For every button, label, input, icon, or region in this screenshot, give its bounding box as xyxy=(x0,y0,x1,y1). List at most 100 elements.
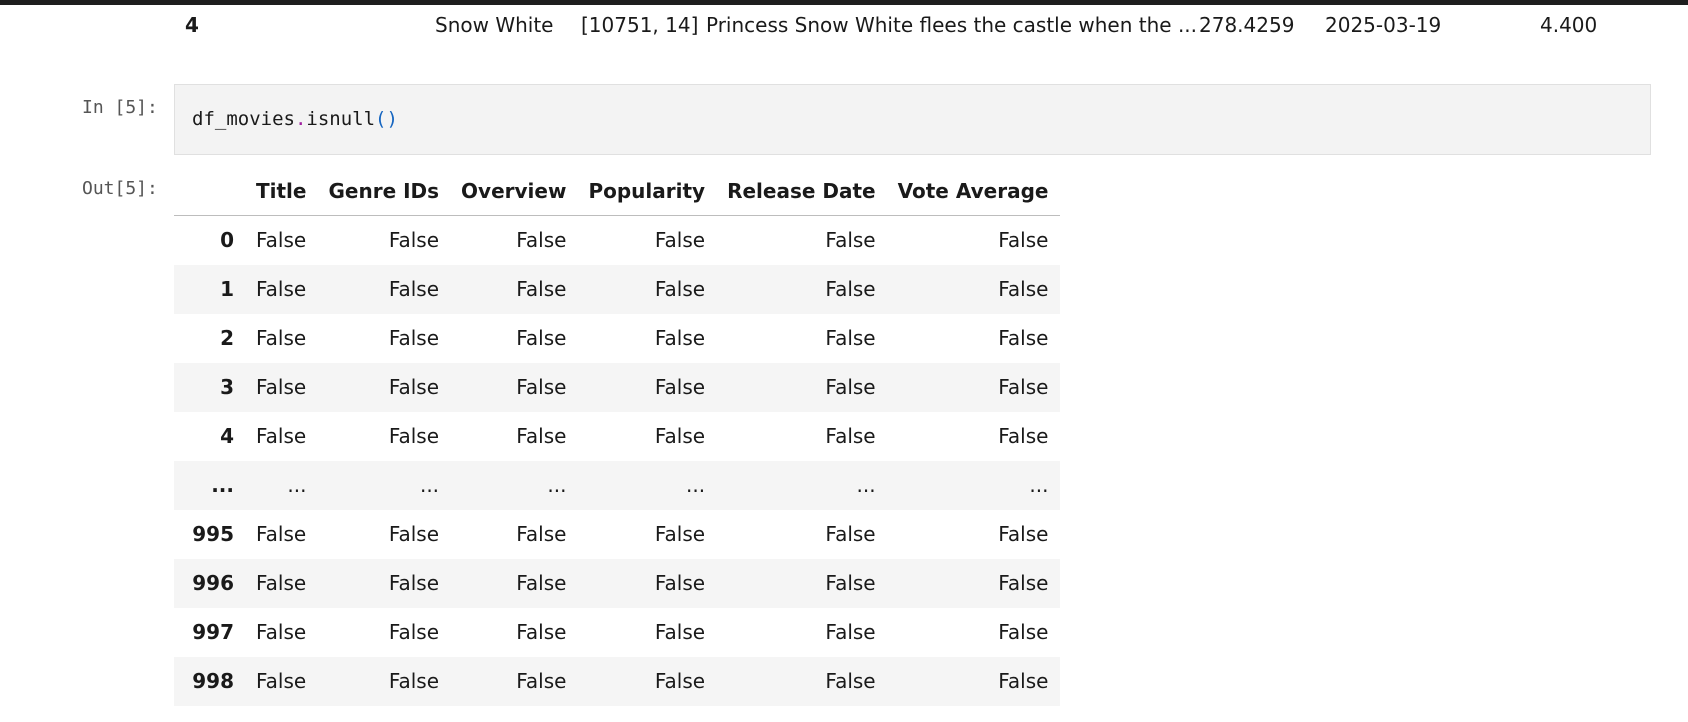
table-cell: False xyxy=(388,277,440,301)
table-cell: ... xyxy=(1029,473,1049,497)
table-row: 1 False False False False False False xyxy=(174,264,1061,314)
table-cell: False xyxy=(998,375,1049,399)
cell-release-date: 2025-03-19 xyxy=(1325,13,1442,37)
code-dot: . xyxy=(294,108,307,130)
table-cell: False xyxy=(998,424,1049,448)
table-row: 996 False False False False False False xyxy=(174,558,1061,608)
table-cell: False xyxy=(998,326,1049,350)
table-cell: False xyxy=(654,228,706,253)
code-line[interactable]: df_movies.isnull() xyxy=(192,108,398,130)
table-cell: False xyxy=(256,375,307,399)
dataframe-table: Title Genre IDs Overview Popularity Rele… xyxy=(174,167,1061,706)
table-cell: False xyxy=(388,424,440,448)
table-cell: False xyxy=(256,522,307,546)
table-cell: False xyxy=(998,669,1049,693)
row-index: 4 xyxy=(185,13,199,37)
table-row: 997 False False False False False False xyxy=(174,608,1060,657)
table-cell: False xyxy=(654,375,706,399)
output-prompt: Out[5]: xyxy=(82,178,158,199)
row-index: 3 xyxy=(220,375,234,399)
table-cell: False xyxy=(256,424,307,448)
table-cell: False xyxy=(388,522,440,546)
code-cell[interactable]: df_movies.isnull() xyxy=(174,84,1651,155)
row-index: 4 xyxy=(220,424,234,448)
table-cell: False xyxy=(998,620,1049,644)
index-header xyxy=(174,167,246,216)
table-cell: False xyxy=(654,424,706,448)
table-cell: False xyxy=(825,228,876,253)
table-cell: False xyxy=(388,228,440,253)
table-cell: False xyxy=(388,620,440,644)
table-row: 2 False False False False False False xyxy=(174,314,1060,363)
table-cell: False xyxy=(256,669,307,693)
row-index: 997 xyxy=(192,620,234,644)
table-cell: False xyxy=(516,522,567,546)
header-row: Title Genre IDs Overview Popularity Rele… xyxy=(174,167,1061,216)
table-cell: False xyxy=(825,375,876,399)
table-cell: False xyxy=(998,571,1049,595)
table-cell: ... xyxy=(686,473,706,497)
table-cell: False xyxy=(825,424,876,448)
table-cell: False xyxy=(998,277,1049,301)
code-object: df_movies xyxy=(192,108,295,130)
table-cell: False xyxy=(654,522,706,546)
table-row: 0 False False False False False False xyxy=(174,216,1060,265)
table-cell: False xyxy=(516,326,567,350)
table-cell: ... xyxy=(419,473,440,497)
row-index: 1 xyxy=(220,277,234,301)
row-index: 2 xyxy=(220,326,234,350)
cell-title: Snow White xyxy=(435,13,554,37)
table-cell: False xyxy=(516,424,567,448)
table-row: 995 False False False False False False xyxy=(174,510,1060,559)
cell-overview: Princess Snow White flees the castle whe… xyxy=(706,13,1198,37)
table-cell: False xyxy=(516,571,567,595)
table-cell: False xyxy=(388,571,440,595)
column-header-vote-average: Vote Average xyxy=(887,167,1061,216)
table-cell: False xyxy=(516,620,567,644)
table-cell: False xyxy=(654,277,706,301)
row-index: 995 xyxy=(192,522,234,546)
table-cell: False xyxy=(654,326,706,350)
table-row: 998 False False False False False False xyxy=(174,656,1061,706)
table-cell: False xyxy=(256,277,307,301)
row-index: 998 xyxy=(192,669,234,693)
cell-vote-average: 4.400 xyxy=(1540,13,1598,37)
table-cell: False xyxy=(516,375,567,399)
input-prompt: In [5]: xyxy=(82,97,158,118)
table-cell: False xyxy=(516,277,567,301)
table-cell: False xyxy=(388,375,440,399)
row-index: 996 xyxy=(192,571,234,595)
cell-popularity: 278.4259 xyxy=(1199,13,1295,37)
table-cell: False xyxy=(388,669,440,693)
table-row: 3 False False False False False False xyxy=(174,362,1061,412)
table-cell: False xyxy=(256,571,307,595)
code-parens: () xyxy=(375,108,398,130)
table-row: 4 False False False False False False xyxy=(174,412,1060,461)
table-cell: False xyxy=(825,277,876,301)
column-header-release-date: Release Date xyxy=(717,167,888,216)
table-cell: False xyxy=(825,522,876,546)
table-cell: False xyxy=(654,571,706,595)
table-cell: ... xyxy=(547,473,567,497)
table-cell: False xyxy=(654,620,706,644)
previous-output-row: 4 Snow White [10751, 14] Princess Snow W… xyxy=(0,5,1688,43)
table-cell: False xyxy=(256,326,307,350)
table-cell: False xyxy=(825,571,876,595)
row-index: 0 xyxy=(220,228,234,253)
cell-genre-ids: [10751, 14] xyxy=(581,13,699,37)
column-header-title: Title xyxy=(246,167,319,216)
table-cell: False xyxy=(516,228,567,253)
column-header-popularity: Popularity xyxy=(578,167,718,216)
row-index: ... xyxy=(211,473,234,497)
table-cell: False xyxy=(388,326,440,350)
table-cell: False xyxy=(825,669,876,693)
table-cell: False xyxy=(654,669,706,693)
table-cell: ... xyxy=(287,473,307,497)
table-cell: False xyxy=(998,522,1049,546)
table-cell: False xyxy=(825,326,876,350)
table-cell: False xyxy=(825,620,876,644)
code-method: isnull xyxy=(306,108,376,130)
table-cell: False xyxy=(256,228,307,253)
table-cell: False xyxy=(256,620,307,644)
table-cell: ... xyxy=(856,473,876,497)
